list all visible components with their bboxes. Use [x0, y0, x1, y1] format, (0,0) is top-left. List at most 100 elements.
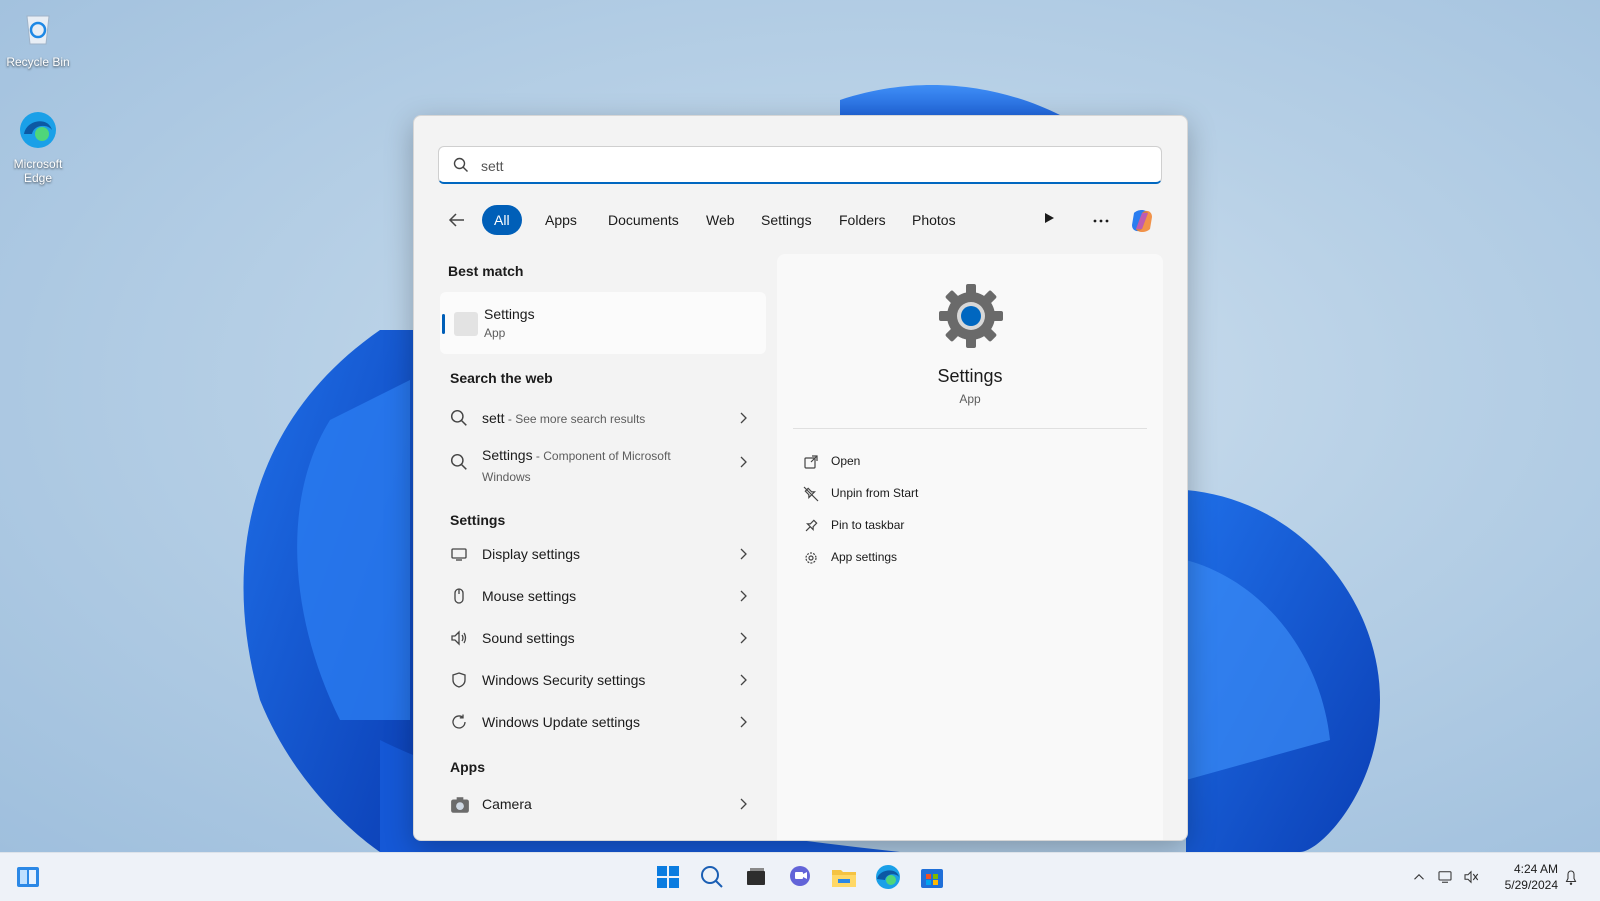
edge-label: Microsoft Edge [13, 157, 63, 185]
play-icon [1045, 213, 1054, 223]
speaker-icon [451, 630, 467, 646]
gear-icon [805, 552, 817, 564]
web-result-title: Settings [482, 447, 533, 463]
selection-indicator [442, 314, 445, 334]
taskbar: 4:24 AM 5/29/2024 [0, 852, 1600, 901]
web-result-sett[interactable]: sett - See more search results [438, 398, 764, 438]
result-mouse-settings[interactable]: Mouse settings [438, 576, 764, 616]
result-title: Sound settings [482, 630, 575, 646]
action-label: Open [831, 454, 861, 468]
notification-icon[interactable] [1562, 861, 1586, 893]
result-camera-app[interactable]: Camera [438, 784, 764, 824]
refresh-icon [452, 714, 466, 729]
web-result-subtitle: - See more search results [504, 412, 646, 426]
settings-app-icon [454, 312, 478, 336]
chevron-right-icon [740, 798, 747, 810]
tab-apps[interactable]: Apps [533, 205, 589, 235]
chevron-right-icon [740, 548, 747, 560]
preview-pane: Settings App Open Unpin from Start Pin t… [777, 254, 1163, 840]
app-settings-action[interactable]: App settings [803, 546, 1133, 570]
result-title: Windows Security settings [482, 672, 646, 688]
chevron-right-icon [740, 456, 747, 468]
result-sound-settings[interactable]: Sound settings [438, 618, 764, 658]
tab-all[interactable]: All [482, 205, 522, 235]
copilot-icon [1132, 210, 1152, 232]
web-result-settings[interactable]: Settings - Component of Microsoft Window… [438, 436, 764, 488]
result-windows-security-settings[interactable]: Windows Security settings [438, 660, 764, 700]
best-match-header: Best match [448, 263, 524, 279]
action-label: Unpin from Start [831, 486, 919, 500]
chevron-right-icon [740, 674, 747, 686]
search-icon [450, 409, 467, 426]
web-result-title: sett [482, 410, 505, 426]
preview-subtitle: App [959, 392, 981, 406]
result-windows-update-settings[interactable]: Windows Update settings [438, 702, 764, 742]
tab-settings[interactable]: Settings [749, 205, 824, 235]
chevron-right-icon [740, 412, 747, 424]
network-icon[interactable] [1436, 861, 1460, 893]
clock-date: 5/29/2024 [1504, 878, 1558, 892]
open-external-icon [804, 455, 818, 469]
best-match-title: Settings [484, 306, 535, 322]
filter-bar: All Apps Documents Web Settings Folders … [438, 203, 1164, 237]
chevron-right-icon [740, 590, 747, 602]
recycle-bin-label: Recycle Bin [6, 55, 70, 69]
microsoft-store-icon[interactable] [916, 861, 948, 893]
tab-documents[interactable]: Documents [596, 205, 691, 235]
edge-icon [20, 112, 56, 148]
tab-folders[interactable]: Folders [827, 205, 898, 235]
task-view-icon[interactable] [740, 861, 772, 893]
pin-icon [805, 519, 818, 532]
search-box[interactable] [438, 146, 1162, 184]
volume-icon[interactable] [1462, 861, 1486, 893]
settings-header: Settings [450, 512, 506, 528]
more-filters-play-button[interactable] [1036, 207, 1062, 233]
chevron-right-icon [740, 716, 747, 728]
chevron-up-icon[interactable] [1410, 861, 1434, 893]
teams-chat-icon[interactable] [784, 861, 816, 893]
settings-gear-icon [939, 284, 1003, 348]
search-web-header: Search the web [450, 370, 553, 386]
widgets-icon[interactable] [12, 861, 44, 893]
shield-icon [452, 672, 466, 688]
result-title: Camera [482, 796, 532, 812]
result-title: Mouse settings [482, 588, 577, 604]
best-match-subtitle: App [484, 326, 506, 340]
microsoft-edge-shortcut[interactable]: Microsoft Edge [0, 110, 76, 185]
monitor-icon [451, 548, 467, 561]
edge-browser-icon[interactable] [872, 861, 904, 893]
best-match-settings[interactable]: Settings App [440, 292, 766, 354]
ellipsis-icon [1093, 219, 1109, 223]
divider [793, 428, 1147, 429]
result-title: Display settings [482, 546, 581, 562]
search-icon [453, 157, 468, 172]
recycle-bin-shortcut[interactable]: Recycle Bin [0, 8, 76, 69]
search-icon [450, 453, 467, 470]
search-panel: All Apps Documents Web Settings Folders … [413, 115, 1188, 841]
mouse-icon [454, 588, 464, 604]
action-label: Pin to taskbar [831, 518, 905, 532]
start-button-icon[interactable] [652, 861, 684, 893]
search-input[interactable] [479, 151, 1143, 181]
pin-to-taskbar-action[interactable]: Pin to taskbar [803, 514, 1133, 538]
file-explorer-icon[interactable] [828, 861, 860, 893]
copilot-button[interactable] [1128, 207, 1154, 233]
result-display-settings[interactable]: Display settings [438, 534, 764, 574]
tab-photos[interactable]: Photos [900, 205, 968, 235]
unpin-icon [803, 486, 819, 502]
back-arrow-icon[interactable] [446, 209, 468, 231]
open-action[interactable]: Open [803, 450, 1133, 474]
taskbar-search-icon[interactable] [696, 861, 728, 893]
action-label: App settings [831, 550, 898, 564]
system-clock[interactable]: 4:24 AM 5/29/2024 [1492, 861, 1558, 893]
preview-title: Settings [937, 366, 1003, 386]
more-options-button[interactable] [1088, 207, 1114, 233]
tab-web[interactable]: Web [694, 205, 747, 235]
clock-time: 4:24 AM [1513, 862, 1558, 876]
chevron-right-icon [740, 632, 747, 644]
result-title: Windows Update settings [482, 714, 640, 730]
apps-header: Apps [450, 759, 485, 775]
recycle-bin-icon [26, 15, 50, 45]
unpin-from-start-action[interactable]: Unpin from Start [803, 482, 1133, 506]
camera-icon [451, 797, 469, 813]
